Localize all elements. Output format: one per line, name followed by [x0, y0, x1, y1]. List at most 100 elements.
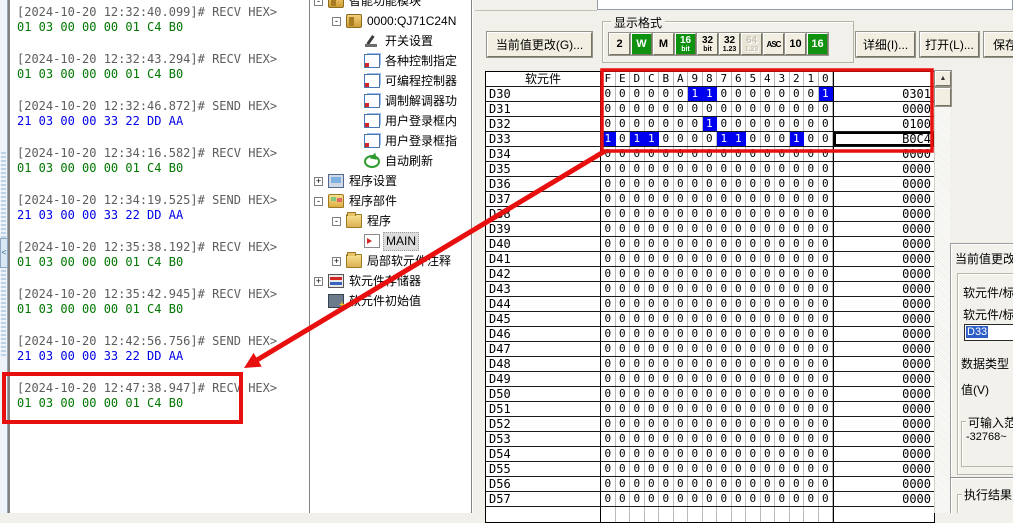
bit-cell[interactable]: 0 [645, 222, 660, 236]
bit-cell[interactable]: 0 [674, 102, 689, 116]
bit-cell[interactable]: 0 [732, 252, 747, 266]
bit-cell[interactable]: 0 [717, 327, 732, 341]
bit-cell[interactable]: 0 [616, 207, 631, 221]
bit-cell[interactable]: 0 [790, 462, 805, 476]
bit-cell[interactable]: 0 [746, 267, 761, 281]
bit-cell[interactable]: 0 [645, 192, 660, 206]
bit-cell[interactable]: 0 [703, 102, 718, 116]
tree-item[interactable]: -程序 [310, 211, 471, 231]
bit-cell[interactable]: 0 [732, 432, 747, 446]
bit-cell[interactable]: 0 [761, 417, 776, 431]
bit-cell[interactable]: 0 [601, 117, 616, 131]
bit-cell[interactable]: 0 [746, 252, 761, 266]
bit-cell[interactable]: 0 [688, 192, 703, 206]
device-input[interactable]: D33 [964, 324, 1013, 341]
bit-cell[interactable]: 0 [746, 177, 761, 191]
bit-cell[interactable]: 0 [746, 492, 761, 506]
scrollbar-thumb[interactable] [935, 88, 951, 106]
bit-cell[interactable]: 0 [688, 297, 703, 311]
bit-cell[interactable]: 0 [688, 447, 703, 461]
bit-cell[interactable]: 0 [645, 327, 660, 341]
bit-cell[interactable]: 0 [674, 312, 689, 326]
bit-cell[interactable]: 0 [732, 357, 747, 371]
bit-cell[interactable]: 0 [717, 297, 732, 311]
bit-cell[interactable]: 0 [804, 207, 819, 221]
tree-item-label[interactable]: 用户登录框内 [383, 113, 459, 130]
tree-item[interactable]: 用户登录框内 [310, 111, 471, 131]
bit-cell[interactable]: 0 [732, 237, 747, 251]
bit-cell[interactable]: 0 [746, 297, 761, 311]
tree-item-label[interactable]: 可编程控制器 [383, 73, 459, 90]
bit-cell[interactable]: 0 [616, 357, 631, 371]
device-bit-table[interactable]: 软元件FEDCBA9876543210D30000000110000000103… [485, 71, 935, 523]
bit-cell[interactable]: 0 [746, 327, 761, 341]
bit-cell[interactable]: 0 [703, 372, 718, 386]
bit-cell[interactable]: 0 [732, 492, 747, 506]
bit-cell[interactable]: 0 [804, 87, 819, 101]
bit-cell[interactable]: 0 [746, 447, 761, 461]
bit-cell[interactable]: 0 [659, 387, 674, 401]
bit-cell[interactable]: 0 [804, 432, 819, 446]
bit-cell[interactable]: 0 [616, 117, 631, 131]
bit-cell[interactable]: 0 [732, 117, 747, 131]
bit-cell[interactable]: 0 [645, 252, 660, 266]
bit-cell[interactable]: 0 [746, 162, 761, 176]
bit-cell[interactable]: 0 [674, 402, 689, 416]
bit-cell[interactable]: 0 [659, 237, 674, 251]
bit-cell[interactable]: 0 [790, 297, 805, 311]
bit-cell[interactable]: 0 [616, 417, 631, 431]
value-cell[interactable]: 0000 [833, 417, 934, 431]
bit-cell[interactable]: 0 [804, 252, 819, 266]
bit-cell[interactable]: 0 [804, 387, 819, 401]
bit-cell[interactable]: 0 [630, 192, 645, 206]
value-cell[interactable]: 0000 [833, 267, 934, 281]
value-cell[interactable]: 0000 [833, 372, 934, 386]
bit-cell[interactable]: 0 [645, 357, 660, 371]
bit-cell[interactable]: 0 [804, 447, 819, 461]
bit-cell[interactable]: 0 [616, 447, 631, 461]
tree-item-label[interactable]: 开关设置 [383, 33, 435, 50]
bit-cell[interactable]: 0 [616, 327, 631, 341]
bit-cell[interactable]: 0 [804, 117, 819, 131]
bit-cell[interactable]: 0 [775, 162, 790, 176]
value-cell[interactable]: 0000 [833, 462, 934, 476]
bit-cell[interactable]: 0 [674, 462, 689, 476]
bit-cell[interactable]: 0 [790, 402, 805, 416]
bit-cell[interactable]: 0 [732, 192, 747, 206]
bit-cell[interactable]: 0 [732, 297, 747, 311]
bit-cell[interactable]: 0 [732, 222, 747, 236]
device-option-label[interactable]: 软元件/标 [963, 284, 1013, 301]
bit-cell[interactable]: 0 [819, 462, 834, 476]
bit-cell[interactable]: 0 [601, 177, 616, 191]
bit-cell[interactable]: 0 [732, 312, 747, 326]
bit-cell[interactable]: 0 [775, 372, 790, 386]
bit-cell[interactable]: 0 [659, 312, 674, 326]
bit-cell[interactable]: 0 [717, 462, 732, 476]
serial-log-panel[interactable]: [2024-10-20 12:32:40.099]# RECV HEX>01 0… [8, 0, 310, 513]
value-cell[interactable]: 0000 [833, 192, 934, 206]
value-cell[interactable]: 0000 [833, 492, 934, 506]
bit-cell[interactable]: 0 [674, 357, 689, 371]
format-32real-button[interactable]: 321.23 [719, 33, 740, 55]
bit-cell[interactable]: 0 [746, 342, 761, 356]
bit-cell[interactable]: 0 [717, 192, 732, 206]
bit-cell[interactable]: 0 [616, 237, 631, 251]
bit-cell[interactable]: 0 [645, 372, 660, 386]
bit-cell[interactable]: 0 [819, 432, 834, 446]
bit-cell[interactable]: 0 [616, 132, 631, 146]
minus-expander[interactable]: - [332, 17, 341, 26]
value-cell[interactable]: 0000 [833, 342, 934, 356]
bit-cell[interactable]: 0 [659, 462, 674, 476]
top-text-field[interactable] [597, 0, 1013, 10]
value-cell[interactable]: 0000 [833, 102, 934, 116]
bit-cell[interactable]: 0 [790, 87, 805, 101]
bit-cell[interactable]: 0 [819, 117, 834, 131]
bit-cell[interactable]: 0 [790, 372, 805, 386]
tree-item[interactable]: 调制解调器功 [310, 91, 471, 111]
bit-cell[interactable]: 0 [790, 117, 805, 131]
minus-expander[interactable]: - [314, 0, 323, 6]
bit-cell[interactable]: 0 [674, 387, 689, 401]
bit-cell[interactable]: 0 [674, 237, 689, 251]
open-button[interactable]: 打开(L)... [920, 32, 979, 57]
bit-cell[interactable]: 0 [732, 447, 747, 461]
